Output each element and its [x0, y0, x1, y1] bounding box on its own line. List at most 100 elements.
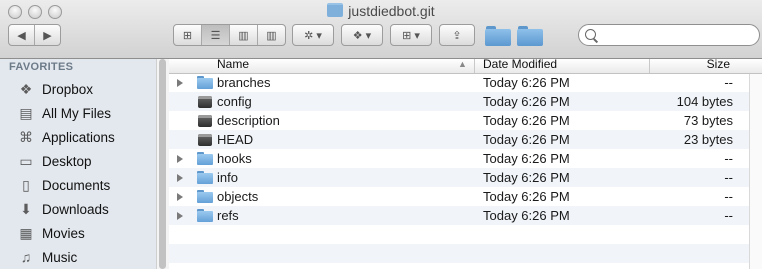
file-date-modified: Today 6:26 PM — [483, 132, 570, 147]
file-list: Name ▲ Date Modified Size branches Today … — [169, 57, 762, 269]
forward-button[interactable]: ▶ — [35, 25, 60, 45]
file-name: branches — [217, 75, 271, 90]
search-field[interactable] — [578, 24, 760, 46]
file-name: refs — [217, 208, 239, 223]
column-view-button[interactable]: ▥ — [230, 25, 258, 45]
toolbar-folder-button[interactable] — [485, 26, 511, 46]
disclosure-triangle-icon[interactable] — [177, 173, 183, 182]
sidebar-item-all-my-files[interactable]: ▤ All My Files — [0, 101, 156, 125]
finder-window: justdiedbot.git ◀ ▶ ⊞ ☰ ▥ ▥ ✲ ▾ ❖ ▾ ⊞ ▾ … — [0, 0, 762, 269]
sidebar-scrollbar[interactable] — [156, 59, 170, 269]
disclosure-triangle-icon[interactable] — [177, 78, 183, 87]
column-divider — [474, 59, 475, 73]
file-date-modified: Today 6:26 PM — [483, 208, 570, 223]
gear-icon: ✲ ▾ — [304, 29, 322, 42]
sidebar-item-desktop[interactable]: ▭ Desktop — [0, 149, 156, 173]
folder-icon — [197, 209, 213, 222]
share-icon: ⇪ — [452, 29, 462, 42]
file-row[interactable]: objects Today 6:26 PM -- — [169, 187, 762, 206]
sidebar-item-dropbox[interactable]: ❖ Dropbox — [0, 77, 156, 101]
file-row[interactable]: hooks Today 6:26 PM -- — [169, 149, 762, 168]
file-list-scrollbar[interactable] — [749, 74, 762, 269]
sidebar-item-label: Movies — [42, 225, 85, 241]
file-date-modified: Today 6:26 PM — [483, 170, 570, 185]
music-icon: ♫ — [20, 249, 32, 265]
document-icon — [197, 95, 213, 108]
sidebar-heading: FAVORITES — [9, 61, 74, 73]
sidebar-item-movies[interactable]: ▦ Movies — [0, 221, 156, 245]
sidebar-item-label: Documents — [42, 177, 111, 193]
folder-icon — [197, 171, 213, 184]
file-date-modified: Today 6:26 PM — [483, 113, 570, 128]
file-size: -- — [724, 170, 733, 185]
file-size: -- — [724, 151, 733, 166]
file-name: info — [217, 170, 238, 185]
all-files-icon: ▤ — [19, 104, 33, 121]
list-view-icon: ☰ — [210, 29, 221, 42]
sidebar-item-label: All My Files — [42, 105, 112, 121]
desktop-icon: ▭ — [19, 152, 33, 169]
folder-icon — [327, 3, 344, 17]
file-row[interactable]: description Today 6:26 PM 73 bytes — [169, 111, 762, 130]
empty-row — [169, 244, 762, 263]
dropbox-icon: ❖ — [19, 80, 33, 97]
toolbar-folder-button-2[interactable] — [517, 26, 543, 46]
file-name: objects — [217, 189, 259, 204]
view-mode-control: ⊞ ☰ ▥ ▥ — [173, 24, 286, 46]
empty-row — [169, 225, 762, 244]
file-row[interactable]: branches Today 6:26 PM -- — [169, 73, 762, 92]
sort-ascending-icon: ▲ — [458, 59, 467, 69]
column-view-icon: ▥ — [238, 29, 249, 42]
documents-icon: ▯ — [22, 176, 30, 193]
file-row[interactable]: refs Today 6:26 PM -- — [169, 206, 762, 225]
disclosure-triangle-icon[interactable] — [177, 211, 183, 220]
action-menu-button[interactable]: ✲ ▾ — [292, 24, 334, 46]
icon-view-button[interactable]: ⊞ — [174, 25, 202, 45]
coverflow-icon: ▥ — [266, 29, 277, 42]
folder-icon — [197, 76, 213, 89]
file-size: -- — [724, 208, 733, 223]
file-date-modified: Today 6:26 PM — [483, 94, 570, 109]
forward-arrow-icon: ▶ — [43, 29, 52, 42]
file-date-modified: Today 6:26 PM — [483, 189, 570, 204]
list-view-button[interactable]: ☰ — [202, 25, 230, 45]
search-input[interactable] — [599, 27, 753, 45]
folder-icon — [197, 152, 213, 165]
file-name: description — [217, 113, 280, 128]
file-row[interactable]: HEAD Today 6:26 PM 23 bytes — [169, 130, 762, 149]
dropbox-menu-button[interactable]: ❖ ▾ — [341, 24, 383, 46]
file-row[interactable]: info Today 6:26 PM -- — [169, 168, 762, 187]
sidebar-item-label: Dropbox — [42, 81, 94, 97]
window-title-container: justdiedbot.git — [0, 3, 762, 19]
search-icon — [585, 29, 596, 40]
file-name: HEAD — [217, 132, 254, 147]
document-icon — [197, 133, 213, 146]
share-button[interactable]: ⇪ — [439, 24, 475, 46]
sidebar-item-documents[interactable]: ▯ Documents — [0, 173, 156, 197]
column-header-size[interactable]: Size — [707, 57, 730, 71]
file-row[interactable]: config Today 6:26 PM 104 bytes — [169, 92, 762, 111]
sidebar-item-applications[interactable]: ⌘ Applications — [0, 125, 156, 149]
sidebar-item-music[interactable]: ♫ Music — [0, 245, 156, 269]
file-name: hooks — [217, 151, 252, 166]
sidebar-item-label: Downloads — [42, 201, 109, 217]
applications-icon: ⌘ — [19, 128, 33, 145]
file-size: -- — [724, 189, 733, 204]
sidebar-item-label: Desktop — [42, 153, 92, 169]
disclosure-triangle-icon[interactable] — [177, 154, 183, 163]
column-header-date[interactable]: Date Modified — [483, 57, 557, 71]
coverflow-view-button[interactable]: ▥ — [258, 25, 285, 45]
column-header-name[interactable]: Name — [217, 57, 249, 71]
document-icon — [197, 114, 213, 127]
sidebar-item-label: Applications — [42, 129, 115, 145]
back-button[interactable]: ◀ — [9, 25, 35, 45]
sidebar-scroll-thumb[interactable] — [159, 59, 166, 269]
file-date-modified: Today 6:26 PM — [483, 151, 570, 166]
sidebar-item-downloads[interactable]: ⬇ Downloads — [0, 197, 156, 221]
disclosure-triangle-icon[interactable] — [177, 192, 183, 201]
arrange-grid-icon: ⊞ ▾ — [402, 29, 420, 42]
arrange-menu-button[interactable]: ⊞ ▾ — [390, 24, 432, 46]
column-header: Name ▲ Date Modified Size — [169, 57, 762, 74]
file-date-modified: Today 6:26 PM — [483, 75, 570, 90]
title-bar: justdiedbot.git ◀ ▶ ⊞ ☰ ▥ ▥ ✲ ▾ ❖ ▾ ⊞ ▾ … — [0, 0, 762, 59]
